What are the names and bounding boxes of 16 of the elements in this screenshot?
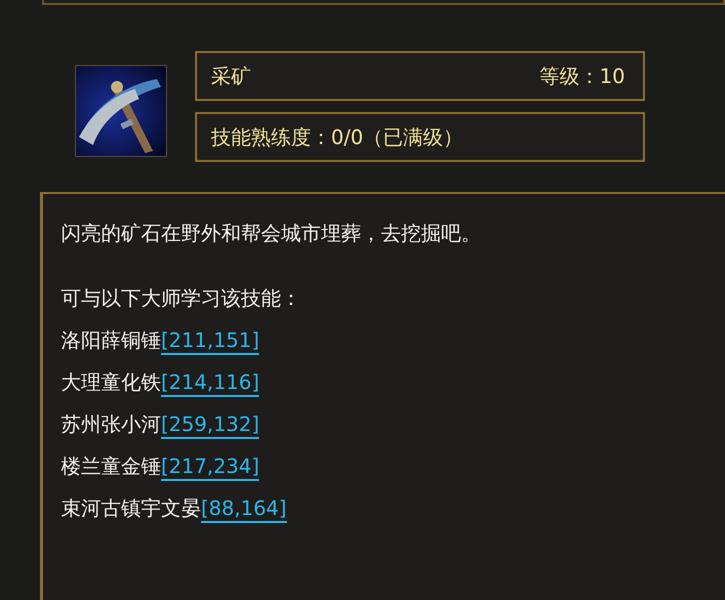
master-name: 束河古镇宇文晏 bbox=[61, 496, 201, 520]
master-name: 大理童化铁 bbox=[61, 370, 161, 394]
coordinates-link[interactable]: [259,132] bbox=[161, 412, 260, 439]
proficiency-text: 技能熟练度：0/0（已满级） bbox=[211, 124, 464, 150]
coordinates-link[interactable]: [211,151] bbox=[161, 328, 260, 355]
description-text: 闪亮的矿石在野外和帮会城市埋葬，去挖掘吧。 bbox=[61, 220, 482, 247]
skill-level: 等级：10 bbox=[540, 62, 625, 90]
coordinates-link[interactable]: [214,116] bbox=[161, 370, 260, 397]
skill-name: 采矿 bbox=[211, 62, 251, 90]
pickaxe-icon bbox=[75, 65, 167, 157]
masters-heading: 可与以下大师学习该技能： bbox=[61, 285, 302, 312]
master-name: 楼兰童金锤 bbox=[61, 454, 161, 478]
master-name: 洛阳薛铜锤 bbox=[61, 328, 161, 352]
coordinates-link[interactable]: [217,234] bbox=[161, 454, 260, 481]
coordinates-link[interactable]: [88,164] bbox=[201, 496, 287, 523]
master-name: 苏州张小河 bbox=[61, 412, 161, 436]
